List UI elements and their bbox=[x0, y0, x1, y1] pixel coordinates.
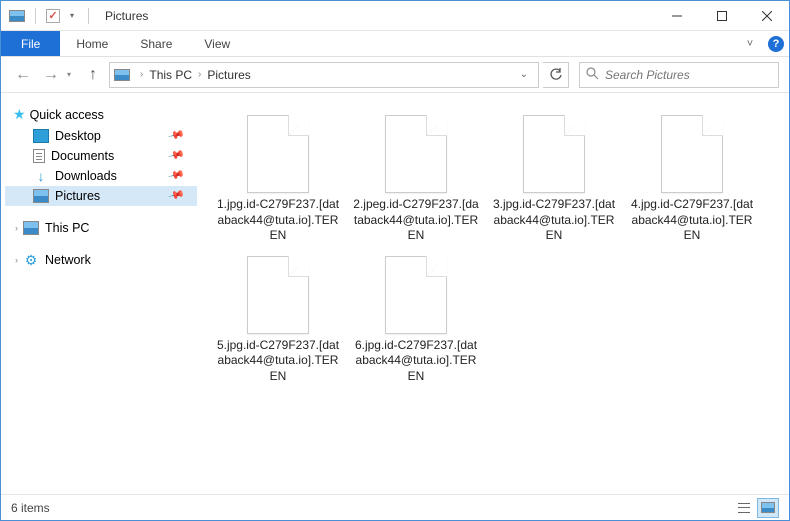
sidebar-item-label: Network bbox=[45, 253, 91, 267]
sidebar: ★ Quick access Desktop 📌 Documents 📌 ↓ D… bbox=[1, 93, 201, 494]
pin-icon: 📌 bbox=[167, 125, 191, 146]
tab-home[interactable]: Home bbox=[60, 31, 124, 56]
sidebar-item-documents[interactable]: Documents 📌 bbox=[5, 146, 197, 166]
file-name: 1.jpg.id-C279F237.[databack44@tuta.io].T… bbox=[215, 197, 341, 244]
file-item[interactable]: 2.jpeg.id-C279F237.[databack44@tuta.io].… bbox=[349, 111, 483, 248]
maximize-button[interactable] bbox=[699, 1, 744, 31]
app-icon bbox=[9, 10, 25, 22]
pin-icon: 📌 bbox=[167, 145, 191, 166]
status-item-count: 6 items bbox=[11, 501, 50, 515]
statusbar: 6 items bbox=[1, 494, 789, 520]
file-list[interactable]: 1.jpg.id-C279F237.[databack44@tuta.io].T… bbox=[201, 93, 789, 494]
star-icon: ★ bbox=[13, 106, 26, 123]
sidebar-item-label: This PC bbox=[45, 221, 89, 235]
separator bbox=[35, 8, 36, 24]
separator bbox=[88, 8, 89, 24]
sidebar-item-label: Pictures bbox=[55, 189, 100, 203]
refresh-button[interactable] bbox=[543, 62, 569, 88]
file-tab[interactable]: File bbox=[1, 31, 60, 56]
file-icon bbox=[385, 256, 447, 334]
up-button[interactable]: ↑ bbox=[81, 63, 105, 87]
file-item[interactable]: 1.jpg.id-C279F237.[databack44@tuta.io].T… bbox=[211, 111, 345, 248]
pc-icon bbox=[114, 69, 130, 81]
search-box[interactable] bbox=[579, 62, 779, 88]
chevron-right-icon[interactable]: › bbox=[15, 223, 18, 233]
chevron-right-icon[interactable]: › bbox=[15, 255, 18, 265]
file-item[interactable]: 4.jpg.id-C279F237.[databack44@tuta.io].T… bbox=[625, 111, 759, 248]
pictures-icon bbox=[33, 189, 49, 203]
history-dropdown-icon[interactable]: ▾ bbox=[67, 70, 77, 79]
file-item[interactable]: 6.jpg.id-C279F237.[databack44@tuta.io].T… bbox=[349, 252, 483, 389]
back-button[interactable]: ← bbox=[11, 63, 35, 87]
sidebar-item-label: Desktop bbox=[55, 129, 101, 143]
network-icon: ⚙ bbox=[23, 253, 39, 267]
file-icon bbox=[661, 115, 723, 193]
file-name: 5.jpg.id-C279F237.[databack44@tuta.io].T… bbox=[215, 338, 341, 385]
breadcrumb[interactable]: › This PC › Pictures ⌄ bbox=[109, 62, 539, 88]
pc-icon bbox=[23, 221, 39, 235]
quick-access-header[interactable]: ★ Quick access bbox=[5, 103, 197, 126]
sidebar-item-label: Documents bbox=[51, 149, 114, 163]
thumbnails-view-button[interactable] bbox=[757, 498, 779, 518]
sidebar-item-desktop[interactable]: Desktop 📌 bbox=[5, 126, 197, 146]
desktop-icon bbox=[33, 129, 49, 143]
file-name: 2.jpeg.id-C279F237.[databack44@tuta.io].… bbox=[353, 197, 479, 244]
sidebar-item-downloads[interactable]: ↓ Downloads 📌 bbox=[5, 166, 197, 186]
sidebar-item-label: Downloads bbox=[55, 169, 117, 183]
pin-icon: 📌 bbox=[167, 165, 191, 186]
downloads-icon: ↓ bbox=[33, 169, 49, 183]
ribbon-expand-icon[interactable]: ˅ bbox=[737, 31, 763, 56]
ribbon: File Home Share View ˅ ? bbox=[1, 31, 789, 57]
sidebar-item-network[interactable]: › ⚙ Network bbox=[5, 250, 197, 270]
chevron-right-icon[interactable]: › bbox=[196, 69, 203, 80]
breadcrumb-folder[interactable]: Pictures bbox=[207, 68, 250, 82]
window-title: Pictures bbox=[99, 9, 148, 23]
pin-icon: 📌 bbox=[167, 185, 191, 206]
file-name: 6.jpg.id-C279F237.[databack44@tuta.io].T… bbox=[353, 338, 479, 385]
sidebar-item-thispc[interactable]: › This PC bbox=[5, 218, 197, 238]
file-icon bbox=[247, 256, 309, 334]
qat-properties-icon[interactable]: ✓ bbox=[46, 9, 60, 23]
search-icon bbox=[586, 67, 599, 83]
search-input[interactable] bbox=[605, 68, 772, 82]
close-button[interactable] bbox=[744, 1, 789, 31]
file-icon bbox=[523, 115, 585, 193]
documents-icon bbox=[33, 149, 45, 163]
navbar: ← → ▾ ↑ › This PC › Pictures ⌄ bbox=[1, 57, 789, 93]
chevron-right-icon[interactable]: › bbox=[138, 69, 145, 80]
quick-access-label: Quick access bbox=[30, 108, 104, 122]
sidebar-item-pictures[interactable]: Pictures 📌 bbox=[5, 186, 197, 206]
file-item[interactable]: 5.jpg.id-C279F237.[databack44@tuta.io].T… bbox=[211, 252, 345, 389]
file-name: 3.jpg.id-C279F237.[databack44@tuta.io].T… bbox=[491, 197, 617, 244]
forward-button[interactable]: → bbox=[39, 63, 63, 87]
file-name: 4.jpg.id-C279F237.[databack44@tuta.io].T… bbox=[629, 197, 755, 244]
breadcrumb-root[interactable]: This PC bbox=[149, 68, 192, 82]
tab-view[interactable]: View bbox=[188, 31, 246, 56]
file-icon bbox=[247, 115, 309, 193]
help-button[interactable]: ? bbox=[763, 31, 789, 56]
tab-share[interactable]: Share bbox=[124, 31, 188, 56]
file-item[interactable]: 3.jpg.id-C279F237.[databack44@tuta.io].T… bbox=[487, 111, 621, 248]
breadcrumb-dropdown-icon[interactable]: ⌄ bbox=[514, 69, 534, 80]
file-icon bbox=[385, 115, 447, 193]
qat-dropdown-icon[interactable]: ▾ bbox=[66, 11, 78, 20]
titlebar: ✓ ▾ Pictures bbox=[1, 1, 789, 31]
details-view-button[interactable] bbox=[733, 498, 755, 518]
minimize-button[interactable] bbox=[654, 1, 699, 31]
